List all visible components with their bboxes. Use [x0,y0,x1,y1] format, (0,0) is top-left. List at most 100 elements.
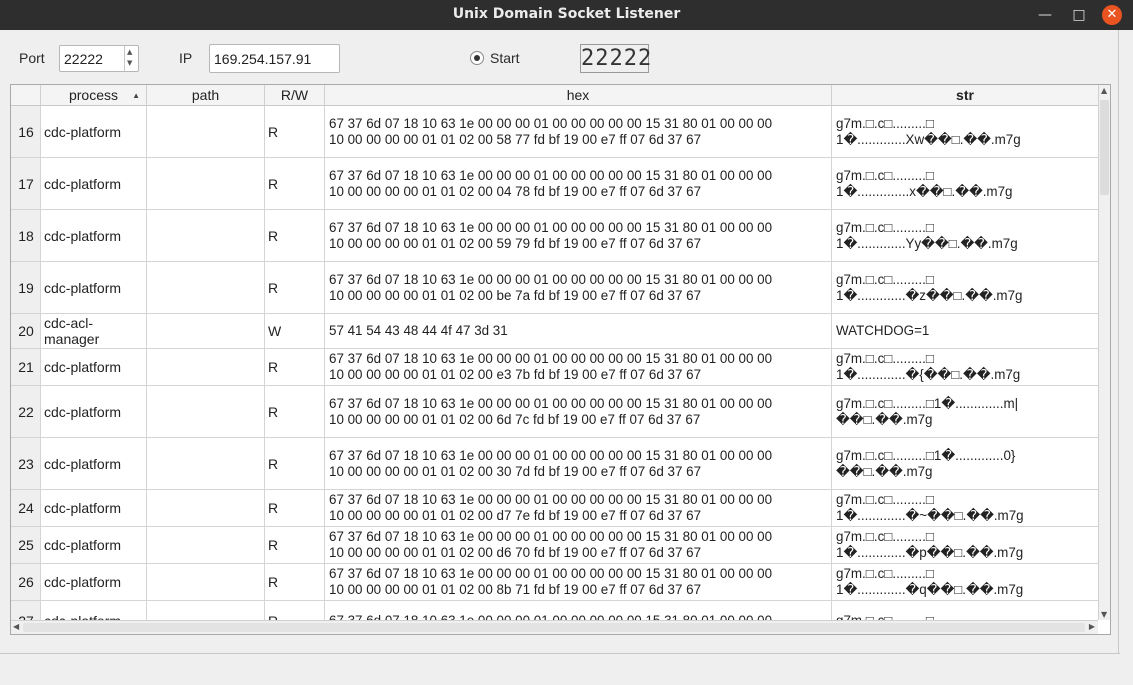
start-radio[interactable] [470,51,484,65]
rw-cell[interactable]: R [265,564,325,600]
path-cell[interactable] [147,490,265,526]
port-spinbox[interactable]: 22222 ▲ ▼ [59,45,139,72]
header-str[interactable]: str [832,85,1098,106]
spin-up-icon[interactable]: ▲ [127,48,132,56]
row-number-cell[interactable]: 20 [11,314,41,348]
port-value[interactable]: 22222 [64,51,103,67]
header-path[interactable]: path [147,85,265,106]
process-cell[interactable]: cdc-acl-manager [41,314,147,348]
table-row[interactable]: 22 cdc-platform R 67 37 6d 07 18 10 63 1e 0… [11,386,1098,438]
str-cell[interactable]: g7m.□.c□.........□ 1�.............Yy��□.�… [832,210,1098,261]
str-cell[interactable]: g7m.□.c□.........□ 1�.............Xw��□.�… [832,106,1098,157]
title-bar[interactable]: Unix Domain Socket Listener — □ ✕ [0,0,1133,30]
path-cell[interactable] [147,386,265,437]
horizontal-scroll-thumb[interactable] [23,623,1085,632]
process-cell[interactable]: cdc-platform [41,386,147,437]
rw-cell[interactable]: R [265,386,325,437]
row-number-cell[interactable]: 22 [11,386,41,437]
row-number-cell[interactable]: 24 [11,490,41,526]
table-row[interactable]: 27 cdc-platform R 67 37 6d 07 18 10 63 1e 0… [11,601,1098,621]
hex-cell[interactable]: 67 37 6d 07 18 10 63 1e 00 00 00 01 00 0… [325,262,832,313]
process-cell[interactable]: cdc-platform [41,490,147,526]
path-cell[interactable] [147,438,265,489]
process-cell[interactable]: cdc-platform [41,262,147,313]
table-row[interactable]: 26 cdc-platform R 67 37 6d 07 18 10 63 1e 0… [11,564,1098,601]
table-row[interactable]: 19 cdc-platform R 67 37 6d 07 18 10 63 1e 0… [11,262,1098,314]
row-number-cell[interactable]: 25 [11,527,41,563]
str-cell[interactable]: g7m.□.c□.........□ 1�.............�~��□.�… [832,490,1098,526]
row-number-cell[interactable]: 17 [11,158,41,209]
rw-cell[interactable]: R [265,262,325,313]
hex-cell[interactable]: 67 37 6d 07 18 10 63 1e 00 00 00 01 00 0… [325,438,832,489]
hex-cell[interactable]: 67 37 6d 07 18 10 63 1e 00 00 00 01 00 0… [325,349,832,385]
str-cell[interactable]: g7m.□.c□.........□1�.............0} ��□.�… [832,438,1098,489]
hex-cell[interactable]: 67 37 6d 07 18 10 63 1e 00 00 00 01 00 0… [325,158,832,209]
row-number-cell[interactable]: 26 [11,564,41,600]
process-cell[interactable]: cdc-platform [41,210,147,261]
spin-down-icon[interactable]: ▼ [127,59,132,67]
path-cell[interactable] [147,106,265,157]
minimize-icon[interactable]: — [1034,4,1056,26]
rw-cell[interactable]: R [265,527,325,563]
path-cell[interactable] [147,601,265,621]
table-row[interactable]: 16 cdc-platform R 67 37 6d 07 18 10 63 1e 0… [11,106,1098,158]
row-number-cell[interactable]: 19 [11,262,41,313]
hex-cell[interactable]: 57 41 54 43 48 44 4f 47 3d 31 [325,314,832,348]
close-icon[interactable]: ✕ [1102,5,1122,25]
path-cell[interactable] [147,210,265,261]
hex-cell[interactable]: 67 37 6d 07 18 10 63 1e 00 00 00 01 00 0… [325,564,832,600]
scroll-left-icon[interactable]: ◀ [13,622,19,631]
start-label[interactable]: Start [490,50,520,66]
table-row[interactable]: 20 cdc-acl-manager W 57 41 54 43 48 44 4f 4… [11,314,1098,349]
horizontal-scrollbar[interactable]: ◀ ▶ [11,620,1098,634]
ip-value[interactable]: 169.254.157.91 [214,51,311,67]
str-cell[interactable]: g7m.□.c□.........□ 1�.............�p��□.�… [832,527,1098,563]
hex-cell[interactable]: 67 37 6d 07 18 10 63 1e 00 00 00 01 00 0… [325,386,832,437]
rw-cell[interactable]: R [265,106,325,157]
path-cell[interactable] [147,349,265,385]
process-cell[interactable]: cdc-platform [41,601,147,621]
scroll-up-icon[interactable]: ▲ [1101,86,1107,95]
str-cell[interactable]: g7m.□.c□.........□ 1�..............x��□.�… [832,158,1098,209]
rw-cell[interactable]: R [265,490,325,526]
scroll-right-icon[interactable]: ▶ [1089,622,1095,631]
hex-cell[interactable]: 67 37 6d 07 18 10 63 1e 00 00 00 01 00 0… [325,210,832,261]
process-cell[interactable]: cdc-platform [41,564,147,600]
process-cell[interactable]: cdc-platform [41,106,147,157]
table-row[interactable]: 23 cdc-platform R 67 37 6d 07 18 10 63 1e 0… [11,438,1098,490]
spin-arrows[interactable]: ▲ ▼ [124,46,138,71]
ip-input[interactable]: 169.254.157.91 [209,44,340,73]
header-hex[interactable]: hex [325,85,832,106]
hex-cell[interactable]: 67 37 6d 07 18 10 63 1e 00 00 00 01 00 0… [325,490,832,526]
path-cell[interactable] [147,158,265,209]
hex-cell[interactable]: 67 37 6d 07 18 10 63 1e 00 00 00 01 00 0… [325,106,832,157]
vertical-scroll-thumb[interactable] [1100,100,1109,195]
path-cell[interactable] [147,527,265,563]
row-number-cell[interactable]: 23 [11,438,41,489]
header-process[interactable]: process ▲ [41,85,147,106]
path-cell[interactable] [147,314,265,348]
process-cell[interactable]: cdc-platform [41,438,147,489]
rw-cell[interactable]: W [265,314,325,348]
header-corner[interactable] [11,85,41,106]
rw-cell[interactable]: R [265,158,325,209]
process-cell[interactable]: cdc-platform [41,349,147,385]
rw-cell[interactable]: R [265,438,325,489]
str-cell[interactable]: WATCHDOG=1 [832,314,1098,348]
hex-cell[interactable]: 67 37 6d 07 18 10 63 1e 00 00 00 01 00 0… [325,527,832,563]
row-number-cell[interactable]: 16 [11,106,41,157]
hex-cell[interactable]: 67 37 6d 07 18 10 63 1e 00 00 00 01 00 0… [325,601,832,621]
str-cell[interactable]: g7m.□.c□.........□ [832,601,1098,622]
rw-cell[interactable]: R [265,349,325,385]
path-cell[interactable] [147,564,265,600]
header-rw[interactable]: R/W [265,85,325,106]
vertical-scrollbar[interactable]: ▲ ▼ [1098,85,1110,620]
process-cell[interactable]: cdc-platform [41,527,147,563]
table-row[interactable]: 25 cdc-platform R 67 37 6d 07 18 10 63 1e 0… [11,527,1098,564]
scroll-down-icon[interactable]: ▼ [1101,610,1107,619]
row-number-cell[interactable]: 27 [11,601,41,621]
table-row[interactable]: 24 cdc-platform R 67 37 6d 07 18 10 63 1e 0… [11,490,1098,527]
table-row[interactable]: 21 cdc-platform R 67 37 6d 07 18 10 63 1e 0… [11,349,1098,386]
table-row[interactable]: 18 cdc-platform R 67 37 6d 07 18 10 63 1e 0… [11,210,1098,262]
row-number-cell[interactable]: 21 [11,349,41,385]
